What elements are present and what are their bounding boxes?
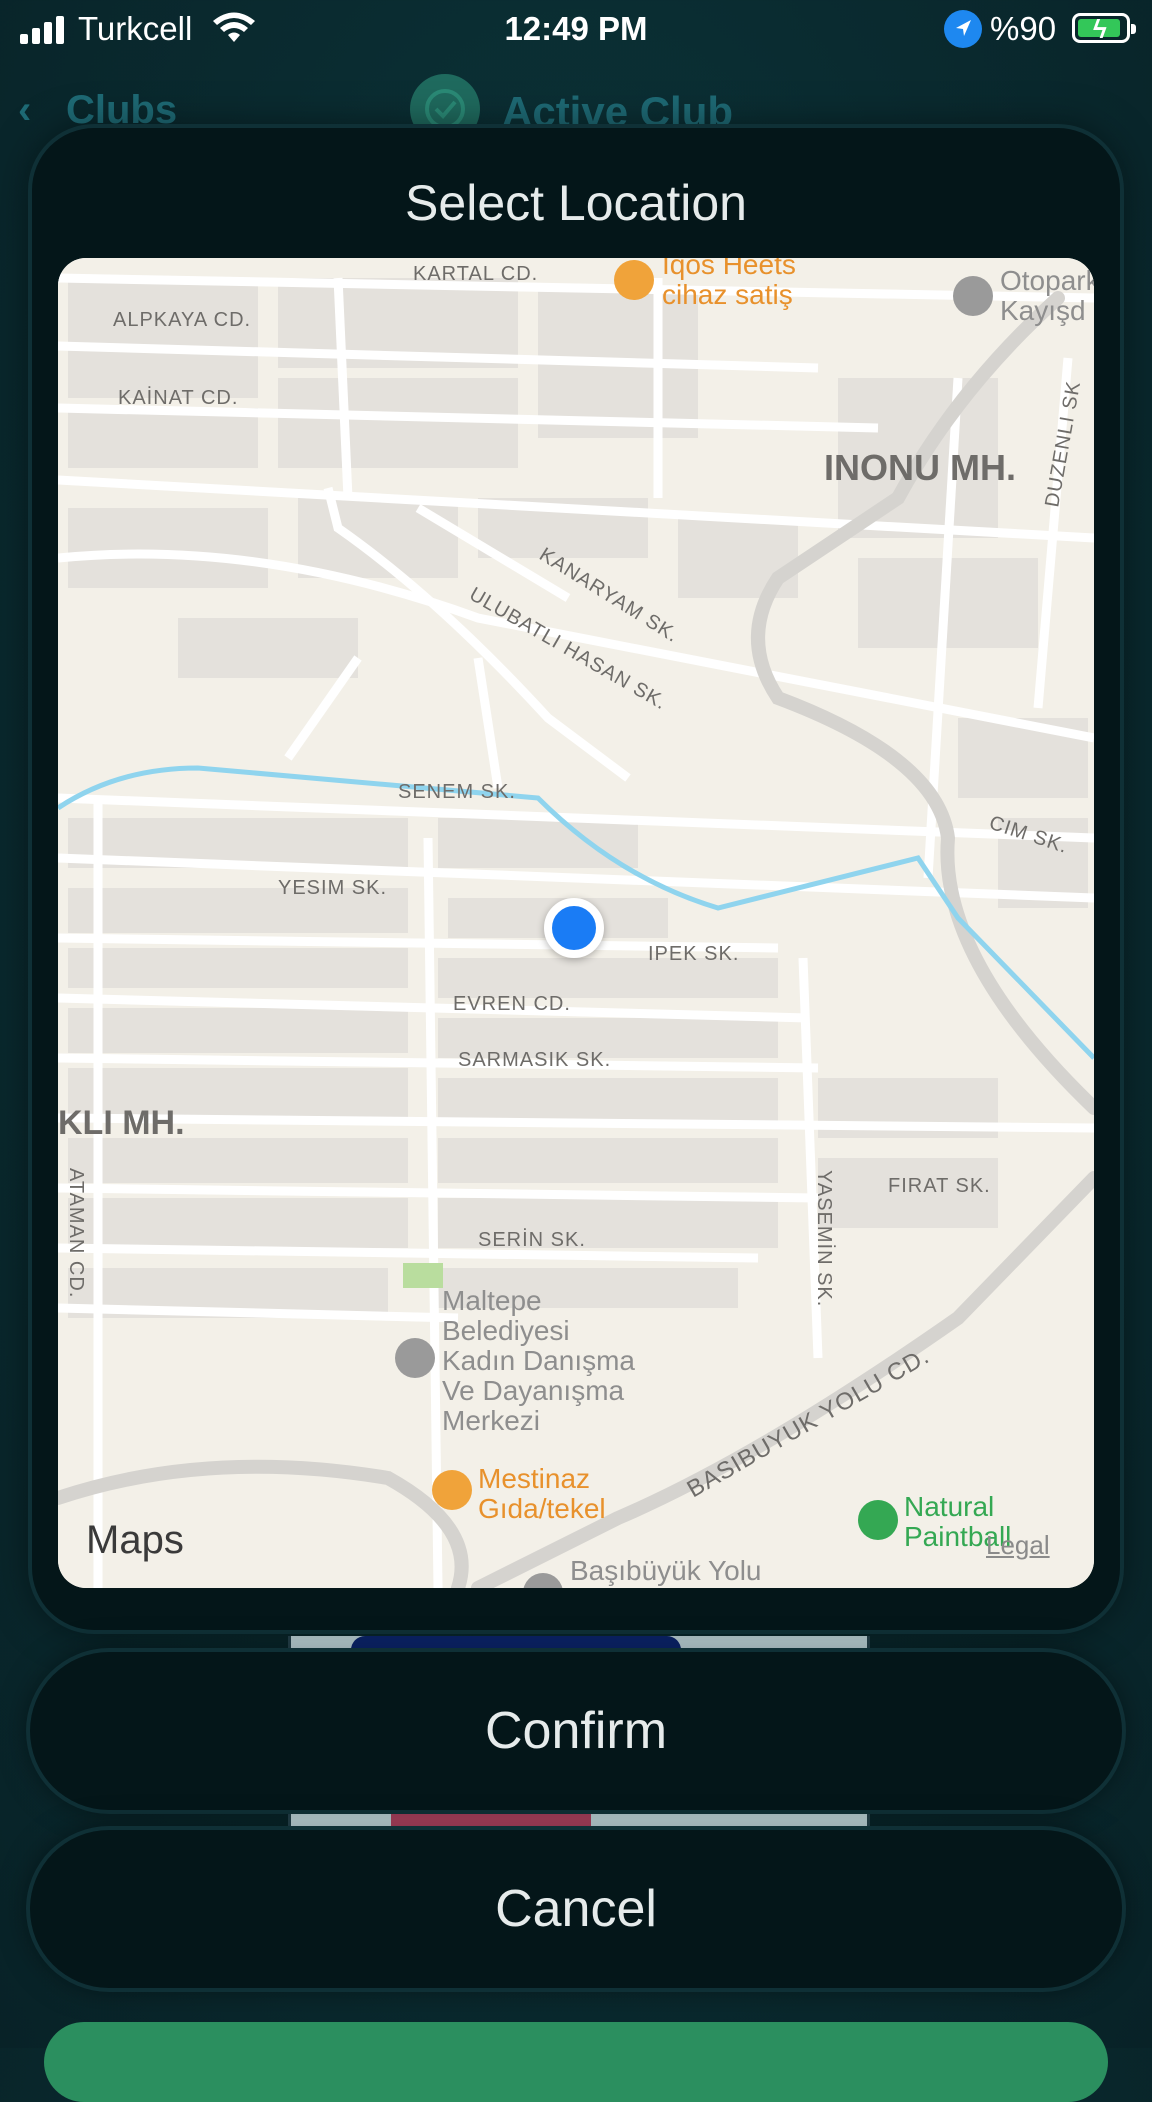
svg-text:EVREN CD.: EVREN CD. [453, 993, 571, 1015]
svg-text:Natural: Natural [904, 1491, 994, 1522]
back-button[interactable]: Clubs [66, 88, 177, 133]
location-picker-modal: Select Location KARTAL CD. ALPKAYA CD. K… [32, 128, 1120, 1630]
svg-text:Ve Dayanışma: Ve Dayanışma [442, 1375, 625, 1406]
svg-text:SERİN SK.: SERİN SK. [478, 1228, 586, 1251]
svg-text:Otopark: Otopark [1000, 265, 1094, 296]
chevron-left-icon[interactable]: ‹ [18, 88, 31, 133]
svg-text:YESIM SK.: YESIM SK. [278, 877, 387, 899]
status-bar: Turkcell 12:49 PM %90 ϟ [0, 0, 1152, 58]
modal-title: Select Location [405, 175, 747, 231]
map-view[interactable]: KARTAL CD. ALPKAYA CD. KAİNAT CD. KANARY… [58, 258, 1094, 1588]
svg-text:KARTAL CD.: KARTAL CD. [413, 263, 538, 285]
svg-text:KAİNAT CD.: KAİNAT CD. [118, 386, 238, 409]
svg-text:Maltepe: Maltepe [442, 1285, 542, 1316]
svg-text:IPEK SK.: IPEK SK. [648, 943, 739, 965]
svg-text:Gıda/tekel: Gıda/tekel [478, 1493, 606, 1524]
legal-link[interactable]: Legal [986, 1530, 1050, 1561]
battery-charging-icon: ϟ [1072, 13, 1136, 44]
svg-text:Kadın Danışma: Kadın Danışma [442, 1345, 635, 1376]
svg-text:Mestinaz: Mestinaz [478, 1463, 590, 1494]
cancel-button[interactable]: Cancel [30, 1830, 1122, 1988]
svg-text:ATAMAN CD.: ATAMAN CD. [65, 1168, 87, 1298]
background-action-button [44, 2022, 1108, 2102]
svg-text:Belediyesi: Belediyesi [442, 1315, 570, 1346]
svg-text:INONU MH.: INONU MH. [824, 447, 1016, 488]
current-location-pin-icon [544, 898, 604, 958]
svg-text:Iqos Heets: Iqos Heets [662, 258, 796, 280]
svg-text:Merkezi: Merkezi [442, 1405, 540, 1436]
svg-text:SENEM SK.: SENEM SK. [398, 781, 516, 803]
background-card [288, 1636, 870, 1650]
confirm-button[interactable]: Confirm [30, 1652, 1122, 1810]
svg-text:KLI MH.: KLI MH. [58, 1104, 185, 1142]
svg-text:ALPKAYA CD.: ALPKAYA CD. [113, 309, 251, 331]
svg-text:FIRAT SK.: FIRAT SK. [888, 1175, 991, 1197]
maps-attribution: Maps [86, 1518, 184, 1562]
location-arrow-icon [944, 10, 982, 48]
svg-text:YASEMİN SK.: YASEMİN SK. [813, 1170, 836, 1307]
svg-text:cihaz satiş: cihaz satiş [662, 279, 793, 310]
svg-text:Başıbüyük Yolu: Başıbüyük Yolu [570, 1555, 762, 1586]
svg-text:Kayışd: Kayışd [1000, 295, 1086, 326]
battery-percentage: %90 [990, 10, 1057, 47]
background-card [288, 1812, 870, 1830]
svg-text:SARMASIK SK.: SARMASIK SK. [458, 1049, 611, 1071]
